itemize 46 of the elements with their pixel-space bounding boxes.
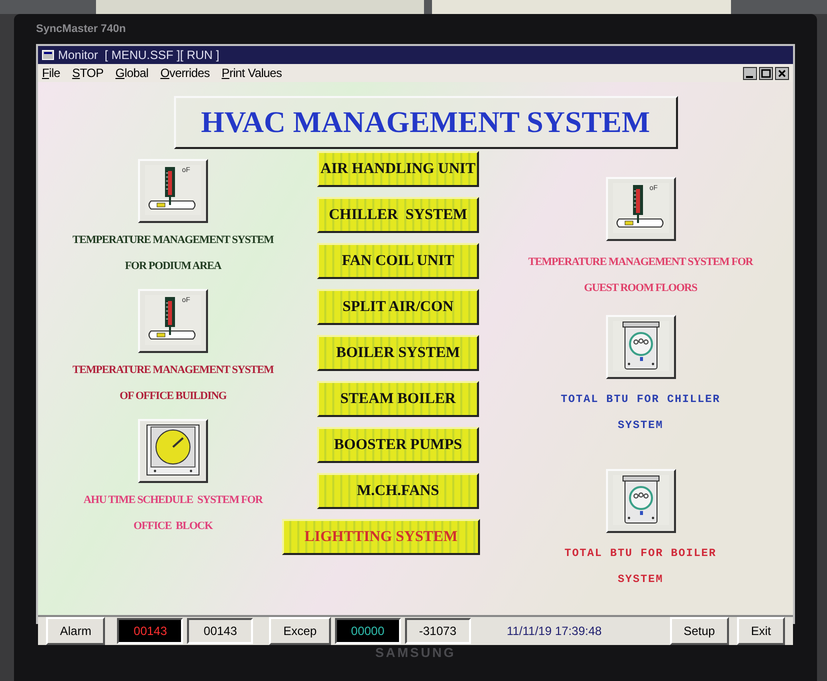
- icon-button[interactable]: [606, 469, 676, 533]
- icon-button[interactable]: [606, 315, 676, 379]
- panel-label: SYSTEM: [618, 419, 664, 434]
- system-button[interactable]: AIR HANDLING UNIT: [317, 151, 479, 187]
- panel-label: TEMPERATURE MANAGEMENT SYSTEM: [72, 363, 274, 378]
- window-title: Monitor [ MENU.SSF ][ RUN ]: [58, 47, 220, 64]
- status-button[interactable]: Setup: [670, 617, 729, 645]
- panel-label: TEMPERATURE MANAGEMENT SYSTEM: [72, 233, 274, 248]
- maximize-icon[interactable]: [759, 66, 773, 80]
- minimize-icon[interactable]: [743, 66, 757, 80]
- system-button[interactable]: M.CH.FANS: [317, 473, 479, 509]
- close-icon[interactable]: [775, 66, 789, 80]
- panel-label: SYSTEM: [618, 573, 664, 588]
- monitor-brand-label: SAMSUNG: [375, 644, 456, 662]
- value-field: -31073: [404, 618, 471, 644]
- panel-label: OFFICE BLOCK: [134, 519, 212, 534]
- exception-counter: 00000: [334, 618, 401, 644]
- exception-button[interactable]: Excep: [269, 617, 331, 645]
- system-button[interactable]: BOOSTER PUMPS: [317, 427, 479, 463]
- menu-item[interactable]: STOP: [72, 64, 104, 82]
- menu-item[interactable]: Global: [115, 64, 148, 82]
- panel-label: AHU TIME SCHEDULE SYSTEM FOR: [84, 493, 262, 508]
- panel-label: GUEST ROOM FLOORS: [584, 281, 698, 296]
- menu-item[interactable]: File: [42, 64, 60, 82]
- panel-label: FOR PODIUM AREA: [124, 259, 222, 274]
- system-button[interactable]: CHILLER SYSTEM: [317, 197, 479, 233]
- monitor-model-label: SyncMaster 740n: [36, 22, 126, 37]
- panel-label: TOTAL BTU FOR BOILER: [564, 547, 717, 562]
- window-app-icon: [42, 50, 54, 60]
- system-button[interactable]: SPLIT AIR/CON: [317, 289, 479, 325]
- system-button[interactable]: BOILER SYSTEM: [317, 335, 479, 371]
- date-time: 11/11/19 17:39:48: [506, 623, 602, 640]
- menu-item[interactable]: Print Values: [222, 64, 282, 82]
- panel-label: OF OFFICE BUILDING: [120, 389, 226, 404]
- panel-label: TEMPERATURE MANAGEMENT SYSTEM FOR: [528, 255, 753, 270]
- icon-button[interactable]: [138, 419, 208, 483]
- status-button[interactable]: Exit: [736, 617, 785, 645]
- panel-label: TOTAL BTU FOR CHILLER: [560, 393, 720, 408]
- system-button[interactable]: STEAM BOILER: [317, 381, 479, 417]
- alarm-total-field: 00143: [187, 618, 254, 644]
- system-button[interactable]: LIGHTTING SYSTEM: [282, 519, 480, 555]
- alarm-counter: 00143: [117, 618, 184, 644]
- menu-item[interactable]: Overrides: [160, 64, 210, 82]
- system-button[interactable]: FAN COIL UNIT: [317, 243, 479, 279]
- alarm-button[interactable]: Alarm: [46, 617, 106, 645]
- page-heading: HVAC MANAGEMENT SYSTEM: [174, 96, 678, 149]
